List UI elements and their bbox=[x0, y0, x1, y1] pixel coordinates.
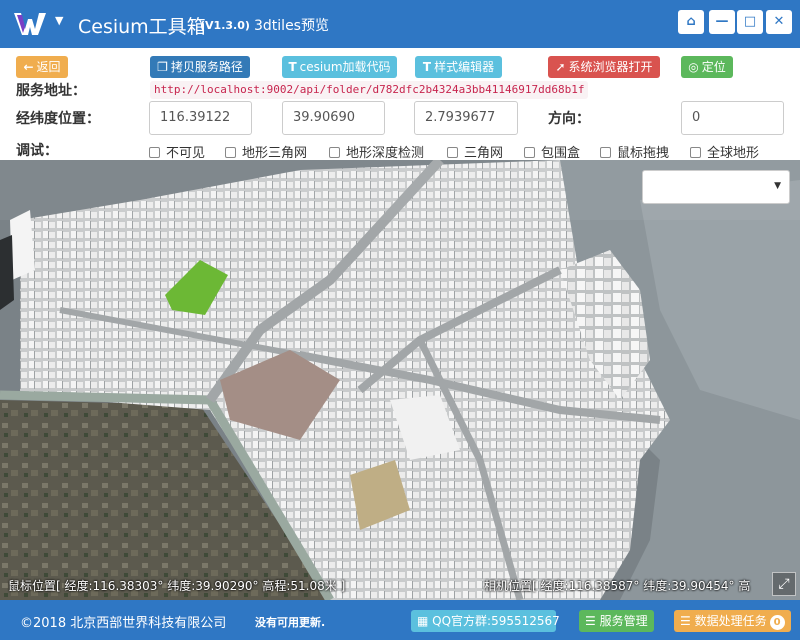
layer-select[interactable]: ▼ bbox=[642, 170, 790, 204]
style-editor-button[interactable]: T 样式编辑器 bbox=[415, 56, 502, 78]
close-icon: ✕ bbox=[773, 14, 785, 29]
minimize-icon: — bbox=[715, 14, 729, 29]
qq-label: QQ官方群:595512567 bbox=[432, 614, 560, 628]
services-label: 服务管理 bbox=[599, 614, 648, 628]
checkbox-bounding-box[interactable]: 包围盒 bbox=[524, 142, 580, 161]
menu-caret-icon[interactable]: ▼ bbox=[55, 14, 63, 27]
home-icon: ⌂ bbox=[686, 14, 696, 29]
chevron-down-icon: ▼ bbox=[774, 181, 781, 191]
home-button[interactable]: ⌂ bbox=[678, 10, 704, 34]
checkbox-depth-test[interactable]: 地形深度检测 bbox=[329, 142, 424, 161]
maximize-button[interactable]: □ bbox=[737, 10, 763, 34]
service-url-label: 服务地址： bbox=[16, 83, 86, 99]
checkbox-global-terrain[interactable]: 全球地形 bbox=[690, 142, 759, 161]
app-logo-icon[interactable] bbox=[14, 9, 46, 37]
cesium-code-button[interactable]: Tcesium加载代码 bbox=[282, 56, 397, 78]
copy-label: 拷贝服务路径 bbox=[170, 60, 243, 74]
qq-group-button[interactable]: ▦ QQ官方群:595512567 bbox=[411, 610, 560, 632]
send-icon: ➚ bbox=[555, 60, 566, 74]
list-icon: ☰ bbox=[585, 614, 600, 628]
service-url[interactable]: http://localhost:9002/api/folder/d782dfc… bbox=[150, 81, 589, 99]
task-count-badge: 0 bbox=[769, 615, 785, 630]
page-subtitle: 3dtiles预览 bbox=[254, 18, 329, 34]
close-button[interactable]: ✕ bbox=[766, 10, 792, 34]
position-label: 经纬度位置： bbox=[16, 111, 100, 127]
checkbox-label: 鼠标拖拽 bbox=[617, 146, 670, 161]
list-icon: ☰ bbox=[680, 614, 695, 628]
copy-service-path-button[interactable]: ❐ 拷贝服务路径 bbox=[150, 56, 250, 78]
title-bar: ▼ Cesium工具箱 (V1.3.0) 3dtiles预览 ⌂ — □ ✕ bbox=[0, 0, 800, 48]
map-viewport[interactable]: ▼ 鼠标位置[ 经度:116.38303° 纬度:39.90290° 高程:51… bbox=[0, 160, 800, 600]
data-tasks-button[interactable]: ☰ 数据处理任务 0 bbox=[674, 610, 791, 632]
status-bar: ©2018 北京西部世界科技有限公司 没有可用更新. ▦ QQ官方群:59551… bbox=[0, 600, 800, 640]
service-management-button[interactable]: ☰ 服务管理 bbox=[579, 610, 654, 632]
copy-icon: ❐ bbox=[157, 60, 168, 74]
style-label: 样式编辑器 bbox=[434, 60, 495, 74]
code-label: cesium加载代码 bbox=[299, 60, 391, 74]
browser-label: 系统浏览器打开 bbox=[568, 60, 653, 74]
qq-icon: ▦ bbox=[417, 614, 433, 628]
back-button[interactable]: ← 返回 bbox=[16, 56, 68, 78]
heading-label: 方向： bbox=[548, 111, 590, 127]
debug-label: 调试： bbox=[16, 143, 58, 159]
app-version: (V1.3.0) bbox=[200, 19, 250, 32]
text-icon: T bbox=[422, 60, 432, 74]
camera-position-readout: 相机位置[ 经度:116.38587° 纬度:39.90454° 高 bbox=[484, 579, 751, 593]
back-label: 返回 bbox=[36, 60, 61, 74]
checkbox-label: 地形三角网 bbox=[242, 146, 308, 161]
checkbox-label: 全球地形 bbox=[707, 146, 760, 161]
target-icon: ◎ bbox=[688, 60, 699, 74]
checkbox-terrain-mesh[interactable]: 地形三角网 bbox=[225, 142, 307, 161]
arrow-left-icon: ← bbox=[23, 60, 34, 74]
maximize-icon: □ bbox=[743, 14, 757, 29]
fullscreen-icon[interactable]: ⤢ bbox=[772, 572, 796, 596]
checkbox-box[interactable] bbox=[690, 147, 701, 158]
checkbox-label: 包围盒 bbox=[541, 146, 581, 161]
heading-input[interactable]: 0 bbox=[681, 101, 784, 135]
checkbox-box[interactable] bbox=[225, 147, 236, 158]
locate-label: 定位 bbox=[701, 60, 726, 74]
checkbox-invisible[interactable]: 不可见 bbox=[149, 142, 205, 161]
minimize-button[interactable]: — bbox=[709, 10, 735, 34]
checkbox-box[interactable] bbox=[524, 147, 535, 158]
open-in-browser-button[interactable]: ➚ 系统浏览器打开 bbox=[548, 56, 660, 78]
tasks-label: 数据处理任务 bbox=[694, 614, 767, 628]
checkbox-box[interactable] bbox=[149, 147, 160, 158]
checkbox-wireframe[interactable]: 三角网 bbox=[447, 142, 503, 161]
checkbox-mouse-drag[interactable]: 鼠标拖拽 bbox=[600, 142, 669, 161]
app-title: Cesium工具箱 bbox=[78, 16, 206, 38]
latitude-input[interactable]: 39.90690 bbox=[282, 101, 385, 135]
update-status: 没有可用更新. bbox=[255, 616, 326, 629]
mouse-position-readout: 鼠标位置[ 经度:116.38303° 纬度:39.90290° 高程:51.0… bbox=[8, 579, 346, 593]
checkbox-box[interactable] bbox=[329, 147, 340, 158]
longitude-input[interactable]: 116.39122 bbox=[149, 101, 252, 135]
locate-button[interactable]: ◎ 定位 bbox=[681, 56, 733, 78]
checkbox-box[interactable] bbox=[600, 147, 611, 158]
checkbox-label: 地形深度检测 bbox=[346, 146, 425, 161]
height-input[interactable]: 2.7939677 bbox=[414, 101, 518, 135]
copyright-text: ©2018 北京西部世界科技有限公司 bbox=[20, 616, 227, 631]
checkbox-label: 三角网 bbox=[464, 146, 504, 161]
checkbox-label: 不可见 bbox=[166, 146, 206, 161]
text-icon: T bbox=[288, 60, 297, 74]
checkbox-box[interactable] bbox=[447, 147, 458, 158]
city-model-render bbox=[0, 160, 800, 600]
